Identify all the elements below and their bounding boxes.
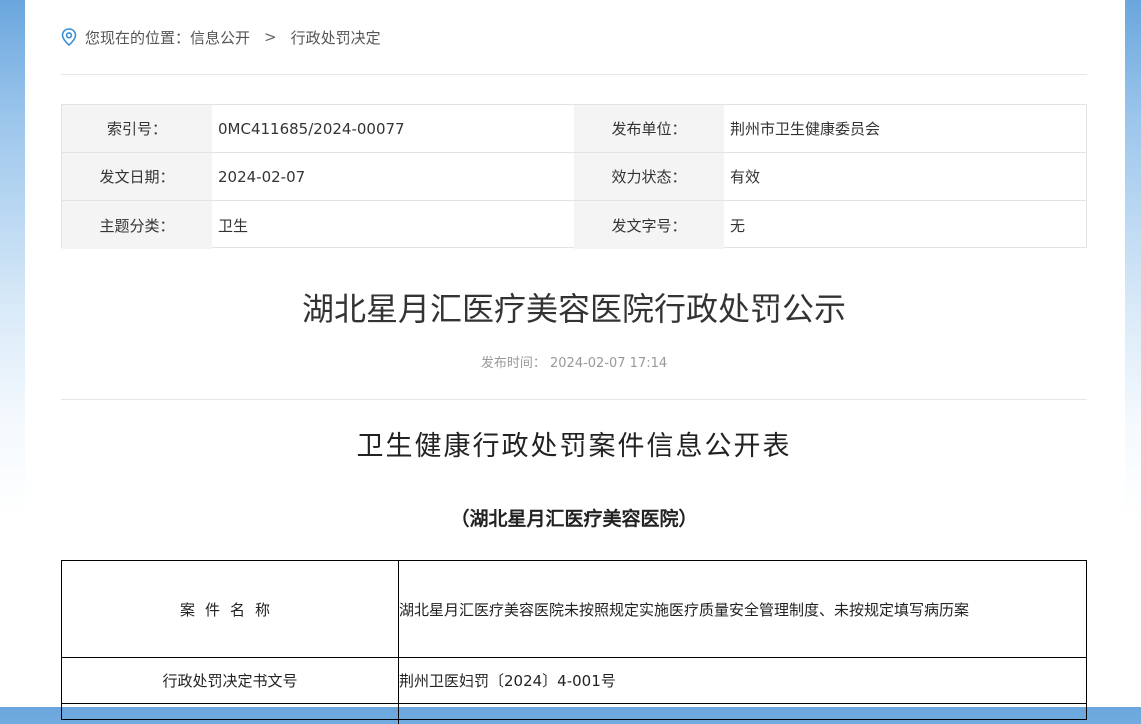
breadcrumb-link-info[interactable]: 信息公开 xyxy=(190,27,250,48)
breadcrumb-link-penalty[interactable]: 行政处罚决定 xyxy=(291,27,381,48)
topic-value: 卫生 xyxy=(218,216,249,235)
table-row: 案件名称 湖北星月汇医疗美容医院未按照规定实施医疗质量安全管理制度、未按规定填写… xyxy=(62,561,1086,658)
document-title: 卫生健康行政处罚案件信息公开表 xyxy=(356,431,792,462)
index-value: 0MC411685/2024-00077 xyxy=(218,119,405,138)
table-row xyxy=(62,704,1086,724)
location-pin-icon xyxy=(61,28,77,46)
case-name-label: 案件名称 xyxy=(62,561,399,657)
decision-no-label: 行政处罚决定书文号 xyxy=(62,658,399,703)
status-label: 效力状态： xyxy=(574,153,724,200)
publish-time-value: 2024-02-07 17:14 xyxy=(550,356,668,371)
publish-time-label: 发布时间： xyxy=(480,356,546,371)
divider xyxy=(61,399,1087,400)
table-row: 行政处罚决定书文号 荆州卫医妇罚〔2024〕4-001号 xyxy=(62,658,1086,704)
meta-row: 主题分类： 卫生 发文字号： 无 xyxy=(62,201,1086,249)
breadcrumb: 您现在的位置： 信息公开 > 行政处罚决定 xyxy=(61,0,1087,75)
publish-time: 发布时间： 2024-02-07 17:14 xyxy=(61,352,1087,376)
content-page: 您现在的位置： 信息公开 > 行政处罚决定 索引号： 0MC411685/202… xyxy=(25,0,1125,724)
next-row-value xyxy=(399,704,1086,724)
breadcrumb-prefix: 您现在的位置： xyxy=(85,28,191,47)
date-value: 2024-02-07 xyxy=(218,167,306,186)
topic-label: 主题分类： xyxy=(62,201,212,249)
decision-no-value: 荆州卫医妇罚〔2024〕4-001号 xyxy=(399,672,616,690)
case-table: 案件名称 湖北星月汇医疗美容医院未按照规定实施医疗质量安全管理制度、未按规定填写… xyxy=(61,560,1087,724)
index-label: 索引号： xyxy=(62,105,212,152)
breadcrumb-separator: > xyxy=(264,28,277,46)
date-label: 发文日期： xyxy=(62,153,212,200)
meta-row: 索引号： 0MC411685/2024-00077 发布单位： 荆州市卫生健康委… xyxy=(62,105,1086,153)
article-title: 湖北星月汇医疗美容医院行政处罚公示 xyxy=(301,290,846,328)
next-row-label xyxy=(62,704,399,724)
status-value: 有效 xyxy=(730,168,761,186)
publisher-label: 发布单位： xyxy=(574,105,724,152)
document-subtitle: （湖北星月汇医疗美容医院） xyxy=(450,508,698,530)
meta-table: 索引号： 0MC411685/2024-00077 发布单位： 荆州市卫生健康委… xyxy=(61,104,1087,249)
docno-label: 发文字号： xyxy=(574,201,724,249)
meta-row: 发文日期： 2024-02-07 效力状态： 有效 xyxy=(62,153,1086,201)
publisher-value: 荆州市卫生健康委员会 xyxy=(730,120,881,138)
case-name-value: 湖北星月汇医疗美容医院未按照规定实施医疗质量安全管理制度、未按规定填写病历案 xyxy=(399,600,970,619)
docno-value: 无 xyxy=(730,216,746,235)
